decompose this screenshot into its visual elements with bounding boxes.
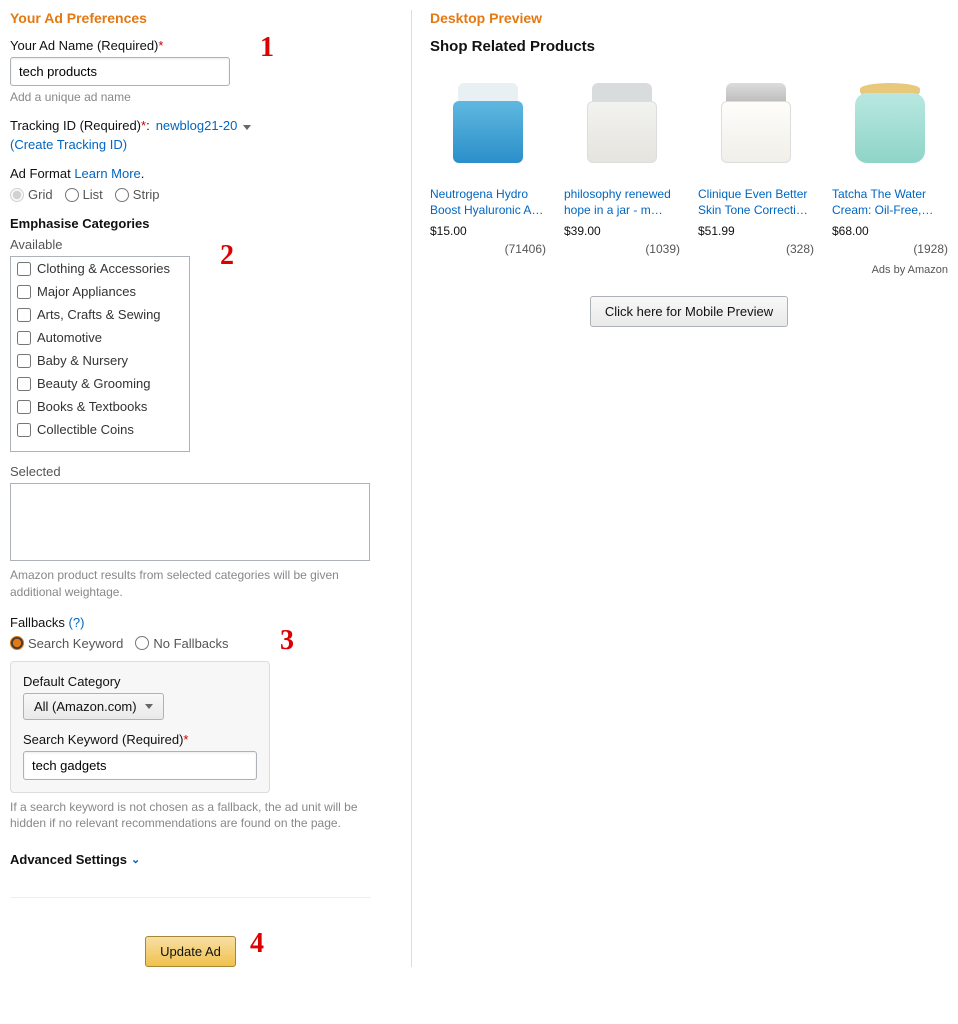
selected-categories-list[interactable] xyxy=(10,483,370,561)
product-count: (1039) xyxy=(564,242,680,256)
tracking-label: Tracking ID (Required)*: xyxy=(10,118,150,133)
chevron-down-icon xyxy=(243,125,251,130)
chevron-down-icon xyxy=(145,704,153,709)
left-header: Your Ad Preferences xyxy=(10,10,371,26)
ad-format-radios: Grid List Strip xyxy=(10,187,371,202)
chevron-expand-icon: ⌄ xyxy=(131,853,140,866)
product-card[interactable]: Tatcha The Water Cream: Oil-Free,… $68.0… xyxy=(832,65,948,256)
product-image xyxy=(698,65,814,181)
annotation-4: 4 xyxy=(250,928,264,960)
product-grid: Neutrogena Hydro Boost Hyaluronic A… $15… xyxy=(430,65,948,256)
advanced-settings-toggle[interactable]: Advanced Settings ⌄ xyxy=(10,852,371,867)
fallback-note: If a search keyword is not chosen as a f… xyxy=(10,799,371,833)
ad-name-help: Add a unique ad name xyxy=(10,90,371,104)
product-name[interactable]: Tatcha The Water Cream: Oil-Free,… xyxy=(832,187,948,218)
product-image xyxy=(564,65,680,181)
emphasise-note: Amazon product results from selected cat… xyxy=(10,567,371,601)
annotation-3: 3 xyxy=(280,625,294,657)
product-count: (71406) xyxy=(430,242,546,256)
search-keyword-input[interactable] xyxy=(23,751,257,780)
selected-label: Selected xyxy=(10,464,371,479)
product-card[interactable]: Neutrogena Hydro Boost Hyaluronic A… $15… xyxy=(430,65,546,256)
category-item[interactable]: Arts, Crafts & Sewing xyxy=(11,303,189,326)
product-name[interactable]: Clinique Even Better Skin Tone Correcti… xyxy=(698,187,814,218)
product-count: (328) xyxy=(698,242,814,256)
radio-grid[interactable]: Grid xyxy=(10,187,53,202)
emphasise-title: Emphasise Categories xyxy=(10,216,371,231)
annotation-2: 2 xyxy=(220,240,234,272)
product-price: $39.00 xyxy=(564,224,680,238)
available-label: Available xyxy=(10,237,371,252)
available-categories-list[interactable]: Clothing & Accessories Major Appliances … xyxy=(10,256,190,452)
product-price: $15.00 xyxy=(430,224,546,238)
product-price: $51.99 xyxy=(698,224,814,238)
radio-strip[interactable]: Strip xyxy=(115,187,160,202)
product-image xyxy=(430,65,546,181)
radio-list[interactable]: List xyxy=(65,187,103,202)
category-item[interactable]: Beauty & Grooming xyxy=(11,372,189,395)
create-tracking-link[interactable]: (Create Tracking ID) xyxy=(10,137,127,152)
product-price: $68.00 xyxy=(832,224,948,238)
update-ad-button[interactable]: Update Ad xyxy=(145,936,236,967)
preview-subtitle: Shop Related Products xyxy=(430,38,948,55)
mobile-preview-button[interactable]: Click here for Mobile Preview xyxy=(590,296,788,327)
fallbacks-title: Fallbacks xyxy=(10,615,65,630)
search-keyword-label: Search Keyword (Required)* xyxy=(23,732,257,747)
product-name[interactable]: Neutrogena Hydro Boost Hyaluronic A… xyxy=(430,187,546,218)
fallbacks-help-icon[interactable]: (?) xyxy=(69,615,85,630)
product-image xyxy=(832,65,948,181)
product-count: (1928) xyxy=(832,242,948,256)
ad-name-input[interactable] xyxy=(10,57,230,86)
ad-format-learn-more[interactable]: Learn More xyxy=(74,166,140,181)
category-item[interactable]: Major Appliances xyxy=(11,280,189,303)
category-item[interactable]: Clothing & Accessories xyxy=(11,257,189,280)
ads-by-label[interactable]: Ads by Amazon xyxy=(430,264,948,276)
default-category-select[interactable]: All (Amazon.com) xyxy=(23,693,164,720)
category-item[interactable]: Automotive xyxy=(11,326,189,349)
ad-format-label: Ad Format xyxy=(10,166,71,181)
radio-search-keyword[interactable]: Search Keyword xyxy=(10,636,123,651)
category-item[interactable]: Collectible Coins xyxy=(11,418,189,441)
default-category-label: Default Category xyxy=(23,674,257,689)
product-card[interactable]: philosophy renewed hope in a jar - m… $3… xyxy=(564,65,680,256)
annotation-1: 1 xyxy=(260,32,274,64)
tracking-id-dropdown[interactable]: newblog21-20 xyxy=(156,118,251,133)
radio-no-fallbacks[interactable]: No Fallbacks xyxy=(135,636,228,651)
category-item[interactable]: Books & Textbooks xyxy=(11,395,189,418)
ad-name-label: Your Ad Name (Required)* xyxy=(10,38,371,53)
category-item[interactable]: Baby & Nursery xyxy=(11,349,189,372)
product-card[interactable]: Clinique Even Better Skin Tone Correcti…… xyxy=(698,65,814,256)
product-name[interactable]: philosophy renewed hope in a jar - m… xyxy=(564,187,680,218)
right-header: Desktop Preview xyxy=(430,10,948,26)
